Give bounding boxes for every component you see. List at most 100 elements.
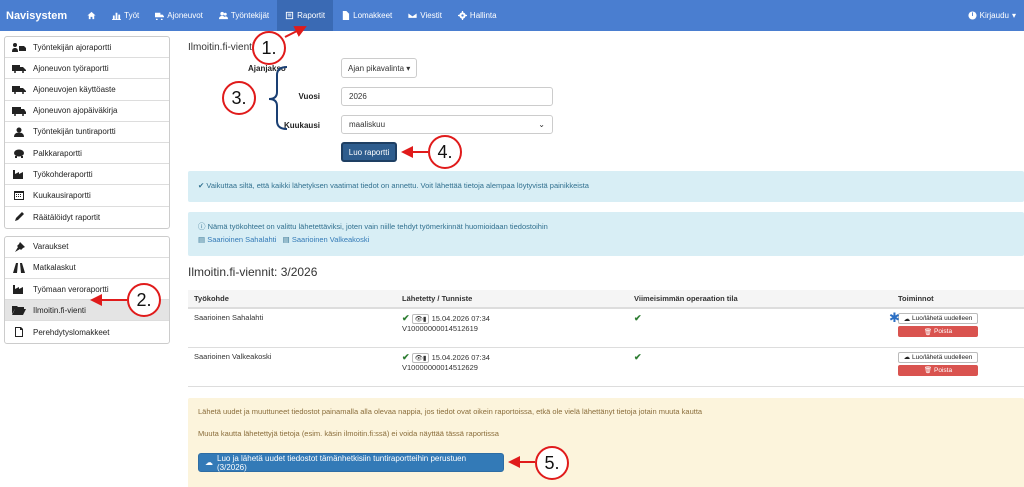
pin-icon <box>11 241 27 252</box>
send-button-label: Luo ja lähetä uudet tiedostot tämänhetki… <box>217 453 467 472</box>
folder-open-icon <box>11 305 27 316</box>
info-link-valkeakoski[interactable]: Saarioinen Valkeakoski <box>292 235 369 244</box>
nav-viestit[interactable]: Viestit <box>400 0 450 31</box>
sidebar-item-tyokohderaportti[interactable]: Työkohderaportti <box>5 164 169 186</box>
row-actions: ☁ Luo/lähetä uudelleen 🗑 Poista <box>892 308 1024 348</box>
sidebar-item-tyontekijan-ajoraportti[interactable]: Työntekijän ajoraportti <box>5 37 169 59</box>
nav-raportit[interactable]: Raportit <box>277 0 334 31</box>
nav-ajoneuvot[interactable]: Ajoneuvot <box>147 0 211 31</box>
sidebar-item-ajoneuvojen-kayttoaste[interactable]: Ajoneuvojen käyttöaste <box>5 79 169 101</box>
sent-identifier: V10000000014512619 <box>402 324 478 333</box>
header-status: Viimeisimmän operaation tila <box>628 290 892 309</box>
nav-label: Viestit <box>420 11 442 20</box>
nav-home[interactable] <box>79 0 104 31</box>
create-report-button[interactable]: Luo raportti <box>341 142 397 162</box>
annotation-circle-2: 2. <box>127 283 161 317</box>
month-select-value: maaliskuu <box>349 120 386 129</box>
nav-hallinta[interactable]: Hallinta <box>450 0 505 31</box>
logout-label: Kirjaudu <box>979 11 1009 20</box>
success-alert-text: Vaikuttaa siltä, että kaikki lähetyksen … <box>206 181 589 190</box>
sidebar-item-ajoneuvon-ajopaivakirja[interactable]: Ajoneuvon ajopäiväkirja <box>5 101 169 122</box>
power-icon <box>968 11 977 20</box>
brand-logo[interactable]: Navisystem <box>0 10 79 22</box>
sidebar-item-varaukset[interactable]: Varaukset <box>5 237 169 258</box>
delete-button[interactable]: 🗑 Poista <box>898 364 978 376</box>
nav-label: Työt <box>124 11 140 20</box>
delete-button[interactable]: 🗑 Poista <box>898 326 978 337</box>
row-sent: ✔ 👁▮ 15.04.2026 07:34 V10000000014512619 <box>396 308 628 348</box>
sidebar-item-kuukausiraportti[interactable]: Kuukausiraportti <box>5 185 169 207</box>
sidebar-item-label: Työkohderaportti <box>33 169 93 179</box>
month-select[interactable]: maaliskuu ⌄ <box>341 115 553 134</box>
info-alert-text: Nämä työkohteet on valittu lähetettäviks… <box>207 222 548 231</box>
sidebar-item-label: Palkkaraportti <box>33 148 82 158</box>
table-header-row: Työkohde Lähetetty / Tunniste Viimeisimm… <box>188 290 1024 309</box>
check-icon: ✔ <box>198 181 205 190</box>
check-icon: ✔ <box>634 313 642 323</box>
sidebar-item-ajoneuvon-tyoraportti[interactable]: Ajoneuvon työraportti <box>5 58 169 80</box>
sidebar-item-perehdytyslomakkeet[interactable]: Perehdytyslomakkeet <box>5 321 169 342</box>
file-icon <box>342 11 350 20</box>
sidebar-item-label: Ajoneuvojen käyttöaste <box>33 84 116 94</box>
nav-label: Lomakkeet <box>353 11 393 20</box>
sidebar-item-label: Varaukset <box>33 242 69 252</box>
row-site: Saarioinen Sahalahti <box>188 308 396 348</box>
resend-button[interactable]: ☁ Luo/lähetä uudelleen <box>898 351 978 363</box>
year-input[interactable]: 2026 <box>341 87 553 106</box>
row-site: Saarioinen Valkeakoski <box>188 347 396 387</box>
annotation-circle-5: 5. <box>535 446 569 480</box>
gear-icon <box>457 11 467 20</box>
sidebar-item-palkkaraportti[interactable]: Palkkaraportti <box>5 143 169 165</box>
truck-icon <box>155 12 165 20</box>
row-sent: ✔ 👁▮ 15.04.2026 07:34 V10000000014512629 <box>396 347 628 387</box>
delete-label: Poista <box>934 366 953 374</box>
nav-tyot[interactable]: Työt <box>104 0 147 31</box>
top-navbar: Navisystem Työt Ajoneuvot Työntekijät Ra… <box>0 0 1024 31</box>
nav-tyontekijat[interactable]: Työntekijät <box>211 0 277 31</box>
table-row: Saarioinen Sahalahti ✔ 👁▮ 15.04.2026 07:… <box>188 308 1024 348</box>
eye-file-icon[interactable]: 👁▮ <box>411 314 430 324</box>
sent-timestamp: 15.04.2026 07:34 <box>431 352 490 362</box>
sidebar-item-label: Ilmoitin.fi-vienti <box>33 305 86 315</box>
nav-label: Raportit <box>297 11 326 20</box>
eye-file-icon[interactable]: 👁▮ <box>411 352 430 363</box>
delete-label: Poista <box>934 328 953 335</box>
resend-button[interactable]: ☁ Luo/lähetä uudelleen <box>898 313 978 324</box>
truck-icon <box>11 105 27 116</box>
calendar-icon <box>11 190 27 201</box>
list-icon: ▤ <box>198 235 206 244</box>
trash-icon: 🗑 <box>923 328 933 336</box>
user-icon <box>11 126 27 137</box>
sidebar-item-label: Ajoneuvon työraportti <box>33 63 109 73</box>
annotation-circle-3: 3. <box>222 81 256 115</box>
pencil-icon <box>11 212 27 223</box>
quick-select-label: Ajan pikavalinta <box>348 63 405 73</box>
exports-table: Työkohde Lähetetty / Tunniste Viimeisimm… <box>188 290 1024 387</box>
info-link-sahalahti[interactable]: Saarioinen Sahalahti <box>207 235 276 244</box>
sidebar-item-tyontekijan-tuntiraportti[interactable]: Työntekijän tuntiraportti <box>5 122 169 143</box>
success-alert: ✔ Vaikuttaa siltä, että kaikki lähetykse… <box>188 171 1024 202</box>
nav-logout[interactable]: Kirjaudu ▾ <box>960 0 1024 31</box>
sidebar-item-raataloidyt-raportit[interactable]: Räätälöidyt raportit <box>5 207 169 228</box>
warning-line-1: Lähetä uudet ja muuttuneet tiedostot pai… <box>198 407 703 416</box>
sidebar-item-matkalaskut[interactable]: Matkalaskut <box>5 258 169 280</box>
report-icon <box>286 11 294 20</box>
header-sent: Lähetetty / Tunniste <box>396 290 628 309</box>
send-new-files-button[interactable]: ☁ Luo ja lähetä uudet tiedostot tämänhet… <box>198 453 504 472</box>
page-title: Ilmoitin.fi-vienti <box>188 42 255 53</box>
warning-line-2: Muuta kautta lähetettyjä tietoja (esim. … <box>198 429 499 438</box>
nav-lomakkeet[interactable]: Lomakkeet <box>333 0 400 31</box>
period-label: Ajanjakso <box>248 64 286 73</box>
road-icon <box>11 262 27 273</box>
row-status: ✔ <box>628 347 892 387</box>
check-icon: ✔ <box>402 313 410 323</box>
sidebar-item-label: Kuukausiraportti <box>33 190 91 200</box>
sidebar-item-label: Työmaan veroraportti <box>33 284 109 294</box>
header-actions: Toiminnot <box>892 290 1024 309</box>
row-actions: ☁ Luo/lähetä uudelleen 🗑 Poista <box>892 347 1024 387</box>
annotation-circle-4: 4. <box>428 135 462 169</box>
check-icon: ✔ <box>402 351 410 362</box>
info-circle-icon: ⓘ <box>198 222 206 231</box>
quick-select-button[interactable]: Ajan pikavalinta ▾ <box>341 58 418 78</box>
sidebar-item-label: Matkalaskut <box>33 263 76 273</box>
